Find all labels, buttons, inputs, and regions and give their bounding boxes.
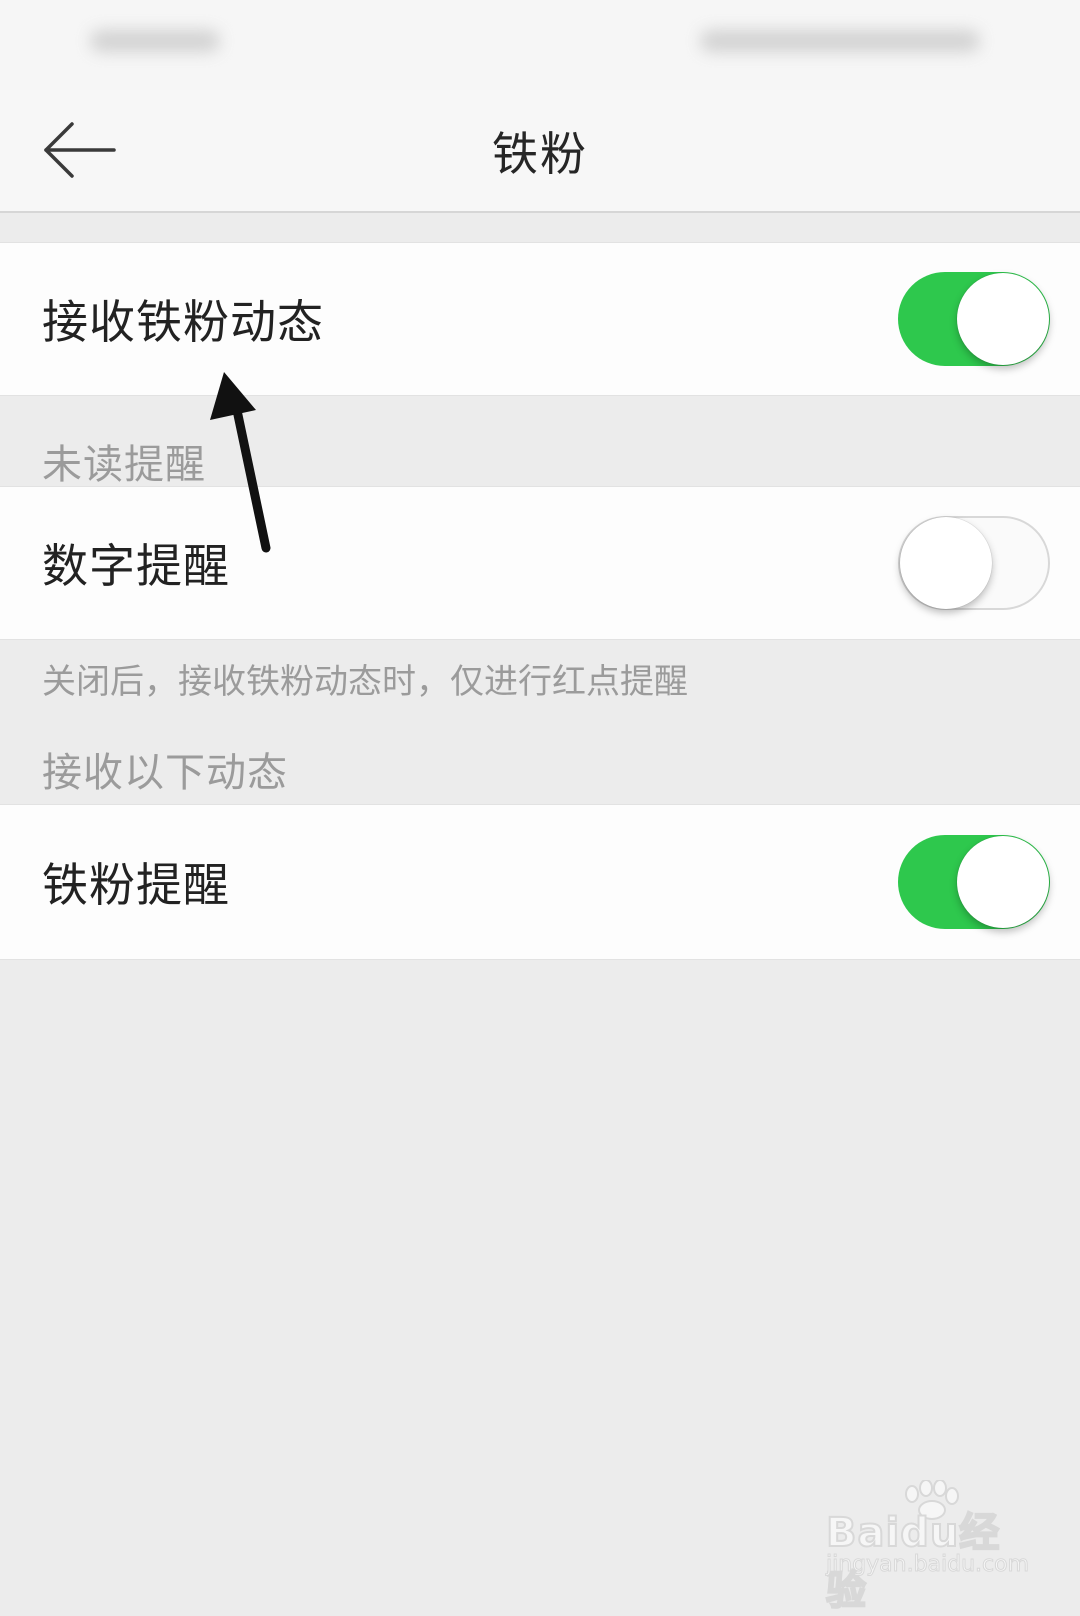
toggle-knob bbox=[900, 517, 992, 609]
nav-bar: 铁粉 bbox=[0, 90, 1080, 213]
setting-note: 关闭后，接收铁粉动态时，仅进行红点提醒 bbox=[42, 662, 688, 702]
receive-dynamics-toggle[interactable] bbox=[898, 272, 1050, 366]
page-title: 铁粉 bbox=[492, 127, 588, 181]
setting-label: 接收铁粉动态 bbox=[42, 295, 324, 349]
status-icons-blurred bbox=[700, 30, 980, 52]
number-reminder-toggle[interactable] bbox=[898, 516, 1050, 610]
section-header-receive: 接收以下动态 bbox=[42, 750, 288, 796]
setting-row-number-reminder[interactable]: 数字提醒 bbox=[0, 486, 1080, 640]
toggle-knob bbox=[957, 273, 1049, 365]
setting-label: 数字提醒 bbox=[42, 539, 230, 593]
fan-reminder-toggle[interactable] bbox=[898, 835, 1050, 929]
setting-row-receive-dynamics[interactable]: 接收铁粉动态 bbox=[0, 242, 1080, 396]
status-time-blurred bbox=[90, 30, 220, 52]
watermark-url: jingyan.baidu.com bbox=[825, 1552, 1030, 1578]
setting-label: 铁粉提醒 bbox=[42, 858, 230, 912]
status-bar bbox=[0, 0, 1080, 90]
watermark: Baidu经验 jingyan.baidu.com bbox=[825, 1480, 1030, 1615]
setting-row-fan-reminder[interactable]: 铁粉提醒 bbox=[0, 804, 1080, 960]
toggle-knob bbox=[957, 836, 1049, 928]
annotation-arrow-icon bbox=[210, 372, 271, 553]
section-header-unread: 未读提醒 bbox=[42, 442, 206, 488]
